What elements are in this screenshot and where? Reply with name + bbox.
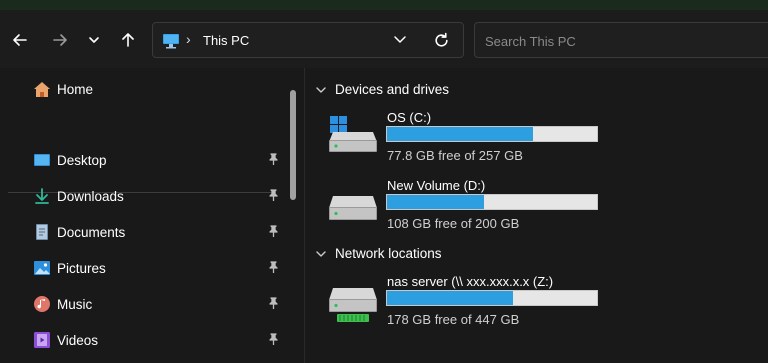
arrow-left-icon bbox=[13, 34, 27, 46]
desktop-icon bbox=[33, 151, 51, 169]
hard-drive-icon bbox=[329, 196, 377, 220]
window-top-strip bbox=[0, 0, 768, 10]
chevron-down-icon bbox=[316, 86, 326, 93]
up-button[interactable] bbox=[116, 28, 140, 52]
drive-name: OS (C:) bbox=[387, 110, 432, 125]
sidebar-item-desktop[interactable]: Desktop bbox=[33, 148, 107, 172]
arrow-up-icon bbox=[122, 33, 134, 47]
group-header-label: Devices and drives bbox=[335, 82, 450, 97]
toolbar: › This PC bbox=[0, 10, 768, 68]
sidebar-item-pictures[interactable]: Pictures bbox=[33, 256, 106, 280]
sidebar-item-label: Home bbox=[57, 81, 94, 97]
sidebar-item-label: Music bbox=[57, 296, 93, 312]
pin-icon[interactable] bbox=[266, 153, 280, 167]
forward-button[interactable] bbox=[48, 28, 72, 52]
music-icon bbox=[33, 295, 51, 313]
drive-usage-bar bbox=[386, 290, 598, 306]
download-icon bbox=[33, 187, 51, 205]
sidebar-item-label: Documents bbox=[57, 224, 126, 240]
group-header-network[interactable]: Network locations bbox=[315, 246, 442, 261]
pin-icon[interactable] bbox=[266, 261, 280, 275]
recent-locations-button[interactable] bbox=[82, 28, 106, 52]
pin-icon[interactable] bbox=[266, 225, 280, 239]
drive-usage-fill bbox=[387, 291, 514, 305]
group-header-devices[interactable]: Devices and drives bbox=[315, 82, 449, 97]
search-box[interactable] bbox=[474, 22, 768, 58]
drive-usage-fill bbox=[387, 195, 484, 209]
navigation-pane: Home Desktop Downloads Documents Picture… bbox=[0, 68, 304, 363]
sidebar-item-documents[interactable]: Documents bbox=[33, 220, 125, 244]
sidebar-scrollbar[interactable] bbox=[290, 90, 296, 200]
sidebar-item-label: Desktop bbox=[57, 152, 107, 168]
videos-icon bbox=[33, 331, 51, 349]
system-drive-icon bbox=[329, 116, 377, 152]
address-bar[interactable]: › This PC bbox=[152, 22, 464, 58]
drive-tile-d[interactable]: New Volume (D:) 108 GB free of 200 GB bbox=[327, 178, 617, 236]
sidebar-item-label: Videos bbox=[57, 332, 99, 348]
drive-usage-fill bbox=[387, 127, 534, 141]
chevron-down-icon bbox=[89, 37, 99, 43]
sidebar-item-videos[interactable]: Videos bbox=[33, 328, 98, 352]
pin-icon[interactable] bbox=[266, 189, 280, 203]
group-header-label: Network locations bbox=[335, 246, 442, 261]
drive-name: New Volume (D:) bbox=[387, 178, 486, 193]
sidebar-item-label: Pictures bbox=[57, 260, 106, 276]
drive-free-space: 178 GB free of 447 GB bbox=[387, 312, 520, 327]
documents-icon bbox=[33, 223, 51, 241]
refresh-icon[interactable] bbox=[433, 32, 450, 49]
sidebar-item-home[interactable]: Home bbox=[33, 77, 93, 101]
drive-tile-c[interactable]: OS (C:) 77.8 GB free of 257 GB bbox=[327, 110, 617, 168]
home-icon bbox=[33, 80, 51, 98]
sidebar-item-music[interactable]: Music bbox=[33, 292, 92, 316]
pictures-icon bbox=[33, 259, 51, 277]
network-drive-tile-z[interactable]: nas server (\\ xxx.xxx.x.x (Z:) 178 GB f… bbox=[327, 274, 617, 332]
content-pane: Devices and drives OS (C:) 77.8 GB free … bbox=[305, 68, 768, 363]
breadcrumb-separator: › bbox=[186, 31, 191, 47]
chevron-down-icon bbox=[316, 250, 326, 257]
address-dropdown-icon[interactable] bbox=[393, 34, 407, 46]
drive-name: nas server (\\ xxx.xxx.x.x (Z:) bbox=[387, 274, 554, 289]
drive-usage-bar bbox=[386, 126, 598, 142]
drive-free-space: 108 GB free of 200 GB bbox=[387, 216, 520, 231]
back-button[interactable] bbox=[8, 28, 32, 52]
arrow-right-icon bbox=[53, 34, 67, 46]
sidebar-item-label: Downloads bbox=[57, 188, 124, 204]
this-pc-icon bbox=[163, 34, 179, 49]
drive-free-space: 77.8 GB free of 257 GB bbox=[387, 148, 523, 163]
sidebar-item-downloads[interactable]: Downloads bbox=[33, 184, 124, 208]
network-drive-icon bbox=[329, 288, 377, 322]
breadcrumb-this-pc[interactable]: This PC bbox=[203, 33, 249, 48]
pin-icon[interactable] bbox=[266, 333, 280, 347]
search-input[interactable] bbox=[483, 31, 747, 51]
drive-usage-bar bbox=[386, 194, 598, 210]
pin-icon[interactable] bbox=[266, 297, 280, 311]
